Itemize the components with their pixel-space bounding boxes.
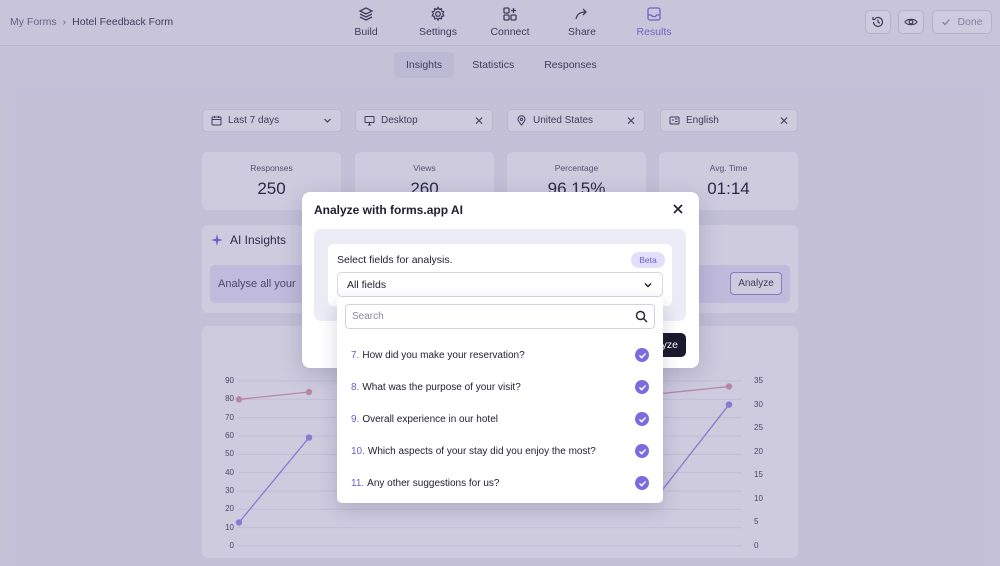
field-option-label: Any other suggestions for us? [367,477,500,489]
fields-select-value: All fields [347,278,387,291]
search-icon[interactable] [635,310,648,323]
close-icon[interactable] [670,201,686,217]
field-option-9[interactable]: 9. Overall experience in our hotel [351,410,649,428]
field-option-number: 7. [351,349,360,361]
field-option-label: What was the purpose of your visit? [362,381,521,393]
field-option-7[interactable]: 7. How did you make your reservation? [351,346,649,364]
checked-circle-icon[interactable] [635,444,649,458]
fields-search[interactable] [345,304,655,329]
field-option-11[interactable]: 11. Any other suggestions for us? [351,474,649,492]
chevron-down-icon [644,282,652,287]
field-option-10[interactable]: 10. Which aspects of your stay did you e… [351,442,649,460]
field-option-label: Overall experience in our hotel [362,413,498,425]
field-option-number: 8. [351,381,360,393]
modal-title: Analyze with forms.app AI [314,203,463,217]
field-selector-label: Select fields for analysis. [337,254,453,266]
field-option-number: 9. [351,413,360,425]
checked-circle-icon[interactable] [635,348,649,362]
field-option-number: 11. [351,477,365,489]
checked-circle-icon[interactable] [635,476,649,490]
checked-circle-icon[interactable] [635,412,649,426]
field-option-label: Which aspects of your stay did you enjoy… [367,445,596,457]
field-option-8[interactable]: 8. What was the purpose of your visit? [351,378,649,396]
field-option-number: 10. [351,445,365,457]
field-option-label: How did you make your reservation? [362,349,525,361]
fields-select[interactable]: All fields [337,272,663,297]
checked-circle-icon[interactable] [635,380,649,394]
search-input[interactable] [352,311,635,322]
beta-badge: Beta [631,252,665,268]
